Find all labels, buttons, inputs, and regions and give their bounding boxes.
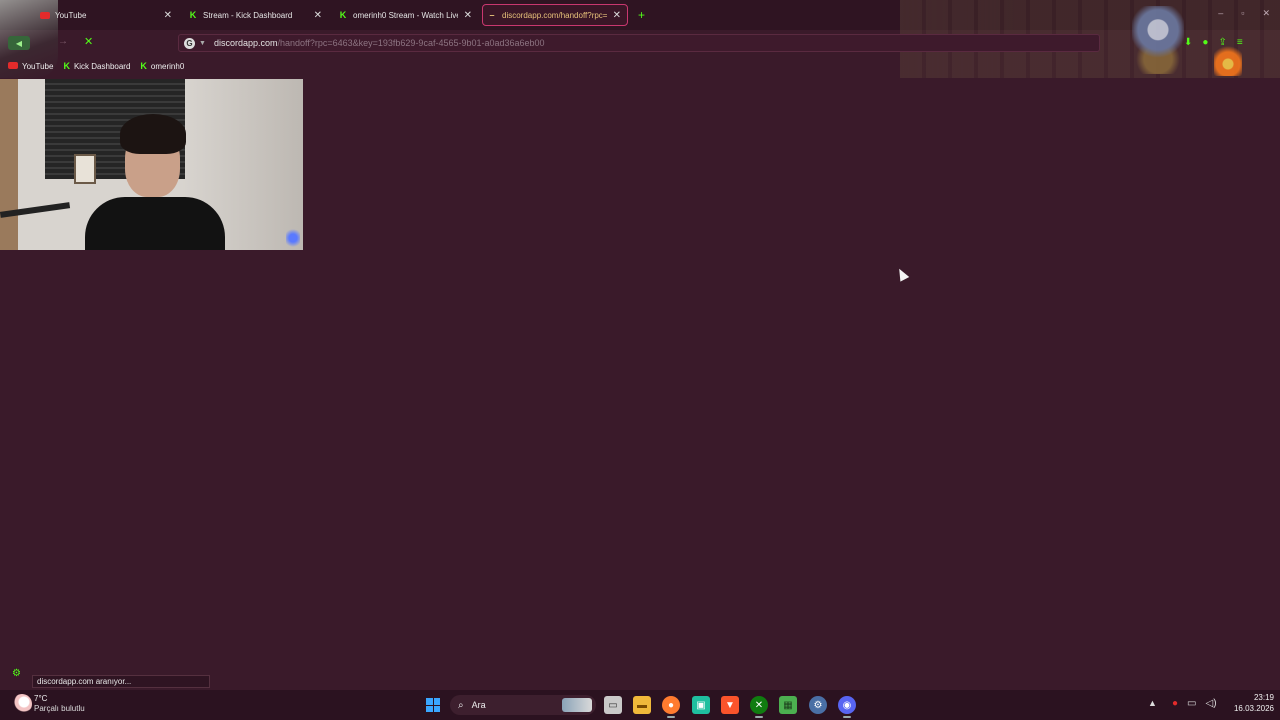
close-icon[interactable]: ✕ xyxy=(164,10,172,21)
maximize-icon[interactable]: ▫ xyxy=(1241,8,1244,19)
discord-icon[interactable]: ◉ xyxy=(838,696,856,718)
toolbar-icons: ⬇ ● ⇪ ≡ xyxy=(1184,37,1243,48)
close-icon[interactable]: ✕ xyxy=(613,10,621,21)
rgb-light xyxy=(286,229,300,247)
taskbar-search[interactable]: ⌕ Ara xyxy=(450,695,596,715)
webcam-overlay xyxy=(0,79,303,250)
url-host: discordapp.com xyxy=(213,38,278,48)
youtube-icon xyxy=(8,61,18,71)
bookmark-label: omerinh0 xyxy=(150,61,185,71)
folder-icon[interactable]: ▬ xyxy=(633,696,651,714)
tab-youtube[interactable]: YouTube ✕ xyxy=(36,4,178,26)
settings-app-icon[interactable]: ⚙ xyxy=(809,696,827,714)
brave-icon[interactable]: ▼ xyxy=(721,696,739,714)
tab-label: omerinh0 Stream - Watch Live o xyxy=(353,10,458,20)
menu-icon[interactable]: ≡ xyxy=(1237,37,1243,48)
stop-loading-button[interactable]: ✕ xyxy=(84,35,93,48)
weather-temperature[interactable]: 7°C xyxy=(34,694,47,703)
person-hair xyxy=(120,114,186,154)
picture-frame xyxy=(74,154,96,184)
kick-icon: K xyxy=(189,10,197,20)
tab-discord-handoff[interactable]: – discordapp.com/handoff?rpc=6 ✕ xyxy=(482,4,628,26)
gear-icon[interactable]: ⚙ xyxy=(12,668,21,679)
notification-icon[interactable]: ● xyxy=(1172,698,1178,709)
minecraft-icon[interactable]: ▦ xyxy=(779,696,797,714)
weather-icon[interactable] xyxy=(12,694,32,714)
person-body xyxy=(85,197,225,250)
forward-button[interactable]: → xyxy=(58,36,68,47)
bookmark-kick-dashboard[interactable]: K Kick Dashboard xyxy=(63,61,130,71)
clock-time[interactable]: 23:19 xyxy=(1230,693,1274,702)
bookmark-label: YouTube xyxy=(22,61,54,71)
tab-kick-dashboard[interactable]: K Stream - Kick Dashboard ✕ xyxy=(184,4,328,26)
system-tray: ● ▭ ◁) xyxy=(1172,698,1217,709)
tab-label: YouTube xyxy=(55,10,87,20)
close-icon[interactable]: ✕ xyxy=(314,10,322,21)
kick-icon: K xyxy=(339,10,347,20)
tab-label: Stream - Kick Dashboard xyxy=(203,10,293,20)
bookmark-youtube[interactable]: YouTube xyxy=(8,61,53,71)
start-button[interactable] xyxy=(426,698,440,712)
google-icon[interactable]: G xyxy=(184,37,195,49)
new-tab-button[interactable]: + xyxy=(638,8,645,22)
search-highlight-image xyxy=(562,698,592,712)
volume-icon[interactable]: ◁) xyxy=(1206,698,1217,709)
back-button[interactable]: ◀ xyxy=(8,36,30,50)
search-icon: ⌕ xyxy=(458,699,464,711)
tab-label: discordapp.com/handoff?rpc=6 xyxy=(502,10,607,20)
close-window-icon[interactable]: ✕ xyxy=(1262,8,1270,19)
extension-icon[interactable]: ● xyxy=(1202,37,1208,48)
navigation-bar: ◀ → ✕ G ▼ discordapp.com /handoff?rpc=64… xyxy=(0,30,1280,56)
mouse-cursor xyxy=(894,266,910,282)
bookmark-omerinh0[interactable]: K omerinh0 xyxy=(140,61,184,71)
search-placeholder: Ara xyxy=(471,700,486,710)
loading-icon: – xyxy=(489,10,495,20)
address-bar[interactable]: G ▼ discordapp.com /handoff?rpc=6463&key… xyxy=(178,34,1100,52)
kick-icon: K xyxy=(140,61,147,71)
network-icon[interactable]: ▭ xyxy=(1187,698,1196,709)
taskbar: 7°C Parçalı bulutlu ⌕ Ara ▭ ▬ ● ▣ ▼ ✕ ▦ … xyxy=(0,690,1280,720)
firefox-icon[interactable]: ● xyxy=(662,696,680,718)
kick-icon: K xyxy=(63,61,70,71)
share-icon[interactable]: ⇪ xyxy=(1218,37,1226,48)
tab-omerinh0-stream[interactable]: K omerinh0 Stream - Watch Live o ✕ xyxy=(334,4,478,26)
status-bar-text: discordapp.com aranıyor... xyxy=(32,675,210,688)
xbox-icon[interactable]: ✕ xyxy=(750,696,768,718)
bookmarks-bar: YouTube K Kick Dashboard K omerinh0 xyxy=(0,58,186,74)
file-explorer-icon[interactable]: ▭ xyxy=(604,696,622,714)
chevron-up-icon[interactable]: ▲ xyxy=(1148,698,1157,708)
close-icon[interactable]: ✕ xyxy=(464,10,472,21)
youtube-icon xyxy=(40,10,50,20)
download-icon[interactable]: ⬇ xyxy=(1184,37,1192,48)
clock-date[interactable]: 16.03.2026 xyxy=(1220,704,1274,713)
bookmark-label: Kick Dashboard xyxy=(73,61,131,71)
minimize-icon[interactable]: – xyxy=(1218,8,1223,19)
weather-condition[interactable]: Parçalı bulutlu xyxy=(34,704,85,713)
app-icon[interactable]: ▣ xyxy=(692,696,710,714)
window-controls: – ▫ ✕ xyxy=(1218,8,1270,19)
url-path: /handoff?rpc=6463&key=193fb629-9caf-4565… xyxy=(277,38,545,48)
chevron-down-icon[interactable]: ▼ xyxy=(199,40,206,47)
